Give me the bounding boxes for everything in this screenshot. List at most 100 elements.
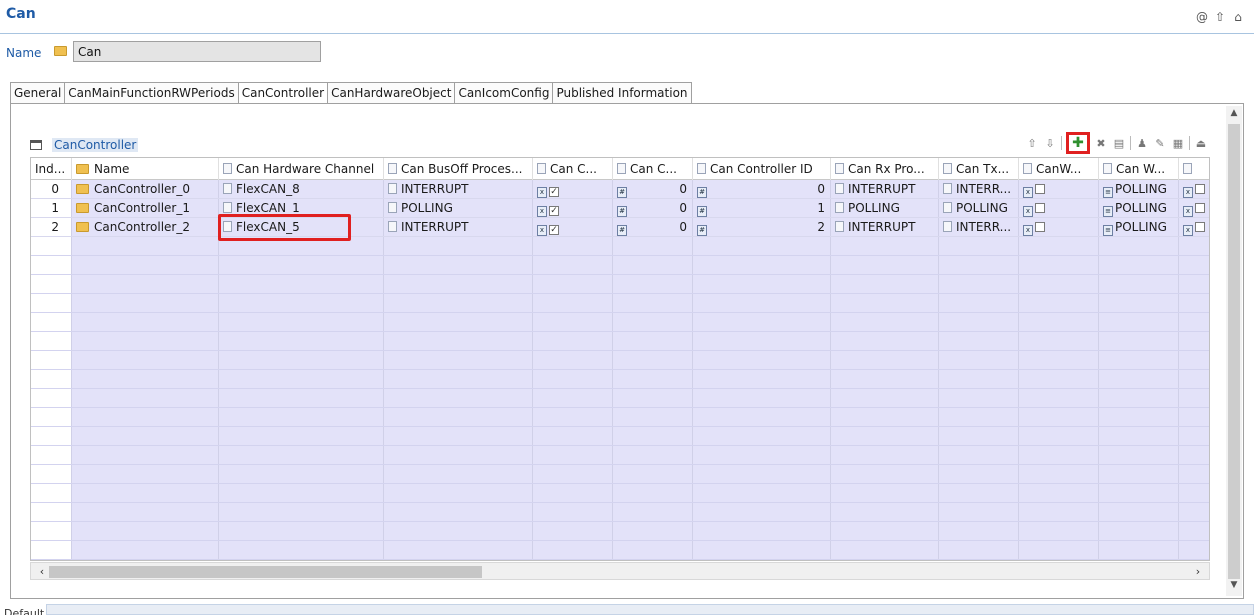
document-icon (835, 183, 844, 194)
cell-text: INTERRUPT (401, 220, 469, 234)
checkbox[interactable]: ✓ (549, 187, 559, 197)
tab-canicomconfig[interactable]: CanIcomConfig (454, 82, 553, 104)
cell-checkbox[interactable]: x (1019, 199, 1099, 218)
cell-checkbox[interactable]: x (1019, 180, 1099, 199)
cell-rx[interactable]: INTERRUPT (831, 218, 939, 237)
config-icon: # (617, 225, 627, 236)
table-row[interactable]: 2 CanController_2 FlexCAN_5 INTERRUPT x ✓… (31, 218, 1209, 237)
cell-name[interactable]: CanController_1 (72, 199, 219, 218)
cell-controller-id[interactable]: #0 (693, 180, 831, 199)
col-header-extra[interactable] (1179, 158, 1209, 180)
col-header-can-c-2[interactable]: Can C... (613, 158, 693, 180)
toolbar-separator (1189, 136, 1190, 150)
cell-rx[interactable]: INTERRUPT (831, 180, 939, 199)
config-icon: ≡ (1103, 225, 1113, 236)
cell-text: 0 (679, 182, 687, 196)
cell-checkbox[interactable]: x ✓ (533, 199, 613, 218)
cell-wakeup[interactable]: ≡ POLLING (1099, 218, 1179, 237)
vertical-scrollbar[interactable]: ▲ ▼ (1226, 106, 1242, 596)
empty-table-row (31, 237, 1209, 256)
cell-channel[interactable]: FlexCAN_8 (219, 180, 384, 199)
config-icon: # (697, 225, 707, 236)
scroll-left-icon[interactable]: ‹ (35, 565, 49, 579)
export-icon[interactable]: ⏏ (1194, 137, 1208, 150)
move-down-icon[interactable]: ⇩ (1043, 137, 1057, 150)
tab-published-information[interactable]: Published Information (552, 82, 692, 104)
col-header-name[interactable]: Name (72, 158, 219, 180)
cell-checkbox[interactable]: x ✓ (533, 180, 613, 199)
cell-wakeup[interactable]: ≡ POLLING (1099, 180, 1179, 199)
move-up-icon[interactable]: ⇧ (1025, 137, 1039, 150)
scroll-up-icon[interactable]: ▲ (1226, 108, 1242, 122)
col-header-index[interactable]: Ind... (35, 158, 72, 180)
cell-controller-id[interactable]: #2 (693, 218, 831, 237)
checkbox[interactable]: ✓ (549, 225, 559, 235)
cell-checkbox[interactable]: x (1179, 180, 1209, 199)
cell-number[interactable]: #0 (613, 180, 693, 199)
cell-tx[interactable]: INTERR... (939, 218, 1019, 237)
cell-wakeup[interactable]: ≡ POLLING (1099, 199, 1179, 218)
empty-table-row (31, 465, 1209, 484)
horizontal-scrollbar[interactable]: ‹ › (30, 562, 1210, 580)
cell-checkbox[interactable]: x (1179, 199, 1209, 218)
name-input[interactable] (73, 41, 321, 62)
cell-busoff[interactable]: INTERRUPT (384, 180, 533, 199)
cell-controller-id[interactable]: #1 (693, 199, 831, 218)
section-title[interactable]: CanController (52, 138, 139, 152)
col-header-canw-1[interactable]: CanW... (1019, 158, 1099, 180)
cell-name[interactable]: CanController_2 (72, 218, 219, 237)
scroll-right-icon[interactable]: › (1191, 565, 1205, 579)
checkbox[interactable] (1195, 203, 1205, 213)
tab-general[interactable]: General (10, 82, 65, 104)
tab-canhardwareobject[interactable]: CanHardwareObject (327, 82, 455, 104)
checkbox[interactable]: ✓ (549, 206, 559, 216)
home-icon[interactable]: ⌂ (1232, 10, 1244, 24)
tab-canmainfunctionrwperiods[interactable]: CanMainFunctionRWPeriods (64, 82, 238, 104)
checkbox[interactable] (1035, 203, 1045, 213)
cell-checkbox[interactable]: x (1179, 218, 1209, 237)
cell-number[interactable]: #0 (613, 199, 693, 218)
scroll-down-icon[interactable]: ▼ (1226, 580, 1242, 594)
checkbox[interactable] (1195, 222, 1205, 232)
cell-channel[interactable]: FlexCAN_1 (219, 199, 384, 218)
edit-icon[interactable]: ✎ (1153, 137, 1167, 150)
checkbox[interactable] (1035, 222, 1045, 232)
horizontal-scroll-thumb[interactable] (49, 566, 482, 578)
person-icon[interactable]: ♟ (1135, 137, 1149, 150)
cell-tx[interactable]: INTERR... (939, 180, 1019, 199)
cell-tx[interactable]: POLLING (939, 199, 1019, 218)
cell-channel[interactable]: FlexCAN_5 (219, 218, 384, 237)
config-icon: x (1183, 225, 1193, 236)
up-arrow-icon[interactable]: ⇧ (1214, 10, 1226, 24)
cell-text: INTERRUPT (848, 220, 916, 234)
add-icon[interactable]: ✚ (1066, 132, 1090, 154)
at-icon[interactable]: @ (1196, 10, 1208, 24)
tab-cancontroller[interactable]: CanController (237, 82, 328, 104)
copy-icon[interactable]: ▤ (1112, 137, 1126, 150)
cell-busoff[interactable]: INTERRUPT (384, 218, 533, 237)
col-header-canw-2[interactable]: Can W... (1099, 158, 1179, 180)
table-row[interactable]: 0 CanController_0 FlexCAN_8 INTERRUPT x ✓… (31, 180, 1209, 199)
table-edit-icon[interactable]: ▦ (1171, 137, 1185, 150)
cell-rx[interactable]: POLLING (831, 199, 939, 218)
col-header-tx[interactable]: Can Tx... (939, 158, 1019, 180)
cell-checkbox[interactable]: x ✓ (533, 218, 613, 237)
col-header-hardware-channel[interactable]: Can Hardware Channel (219, 158, 384, 180)
col-header-busoff[interactable]: Can BusOff Proces... (384, 158, 533, 180)
config-icon: x (1023, 187, 1033, 198)
table-row[interactable]: 1 CanController_1 FlexCAN_1 POLLING x ✓ #… (31, 199, 1209, 218)
editor-header: Can @ ⇧ ⌂ (0, 0, 1254, 34)
cell-busoff[interactable]: POLLING (384, 199, 533, 218)
col-header-controller-id[interactable]: Can Controller ID (693, 158, 831, 180)
col-header-can-c-1[interactable]: Can C... (533, 158, 613, 180)
checkbox[interactable] (1195, 184, 1205, 194)
cell-name[interactable]: CanController_0 (72, 180, 219, 199)
delete-icon[interactable]: ✖ (1094, 137, 1108, 150)
cell-number[interactable]: #0 (613, 218, 693, 237)
col-header-rx[interactable]: Can Rx Pro... (831, 158, 939, 180)
cell-checkbox[interactable]: x (1019, 218, 1099, 237)
vertical-scroll-thumb[interactable] (1228, 124, 1240, 579)
document-icon (617, 163, 626, 174)
checkbox[interactable] (1035, 184, 1045, 194)
empty-table-row (31, 370, 1209, 389)
